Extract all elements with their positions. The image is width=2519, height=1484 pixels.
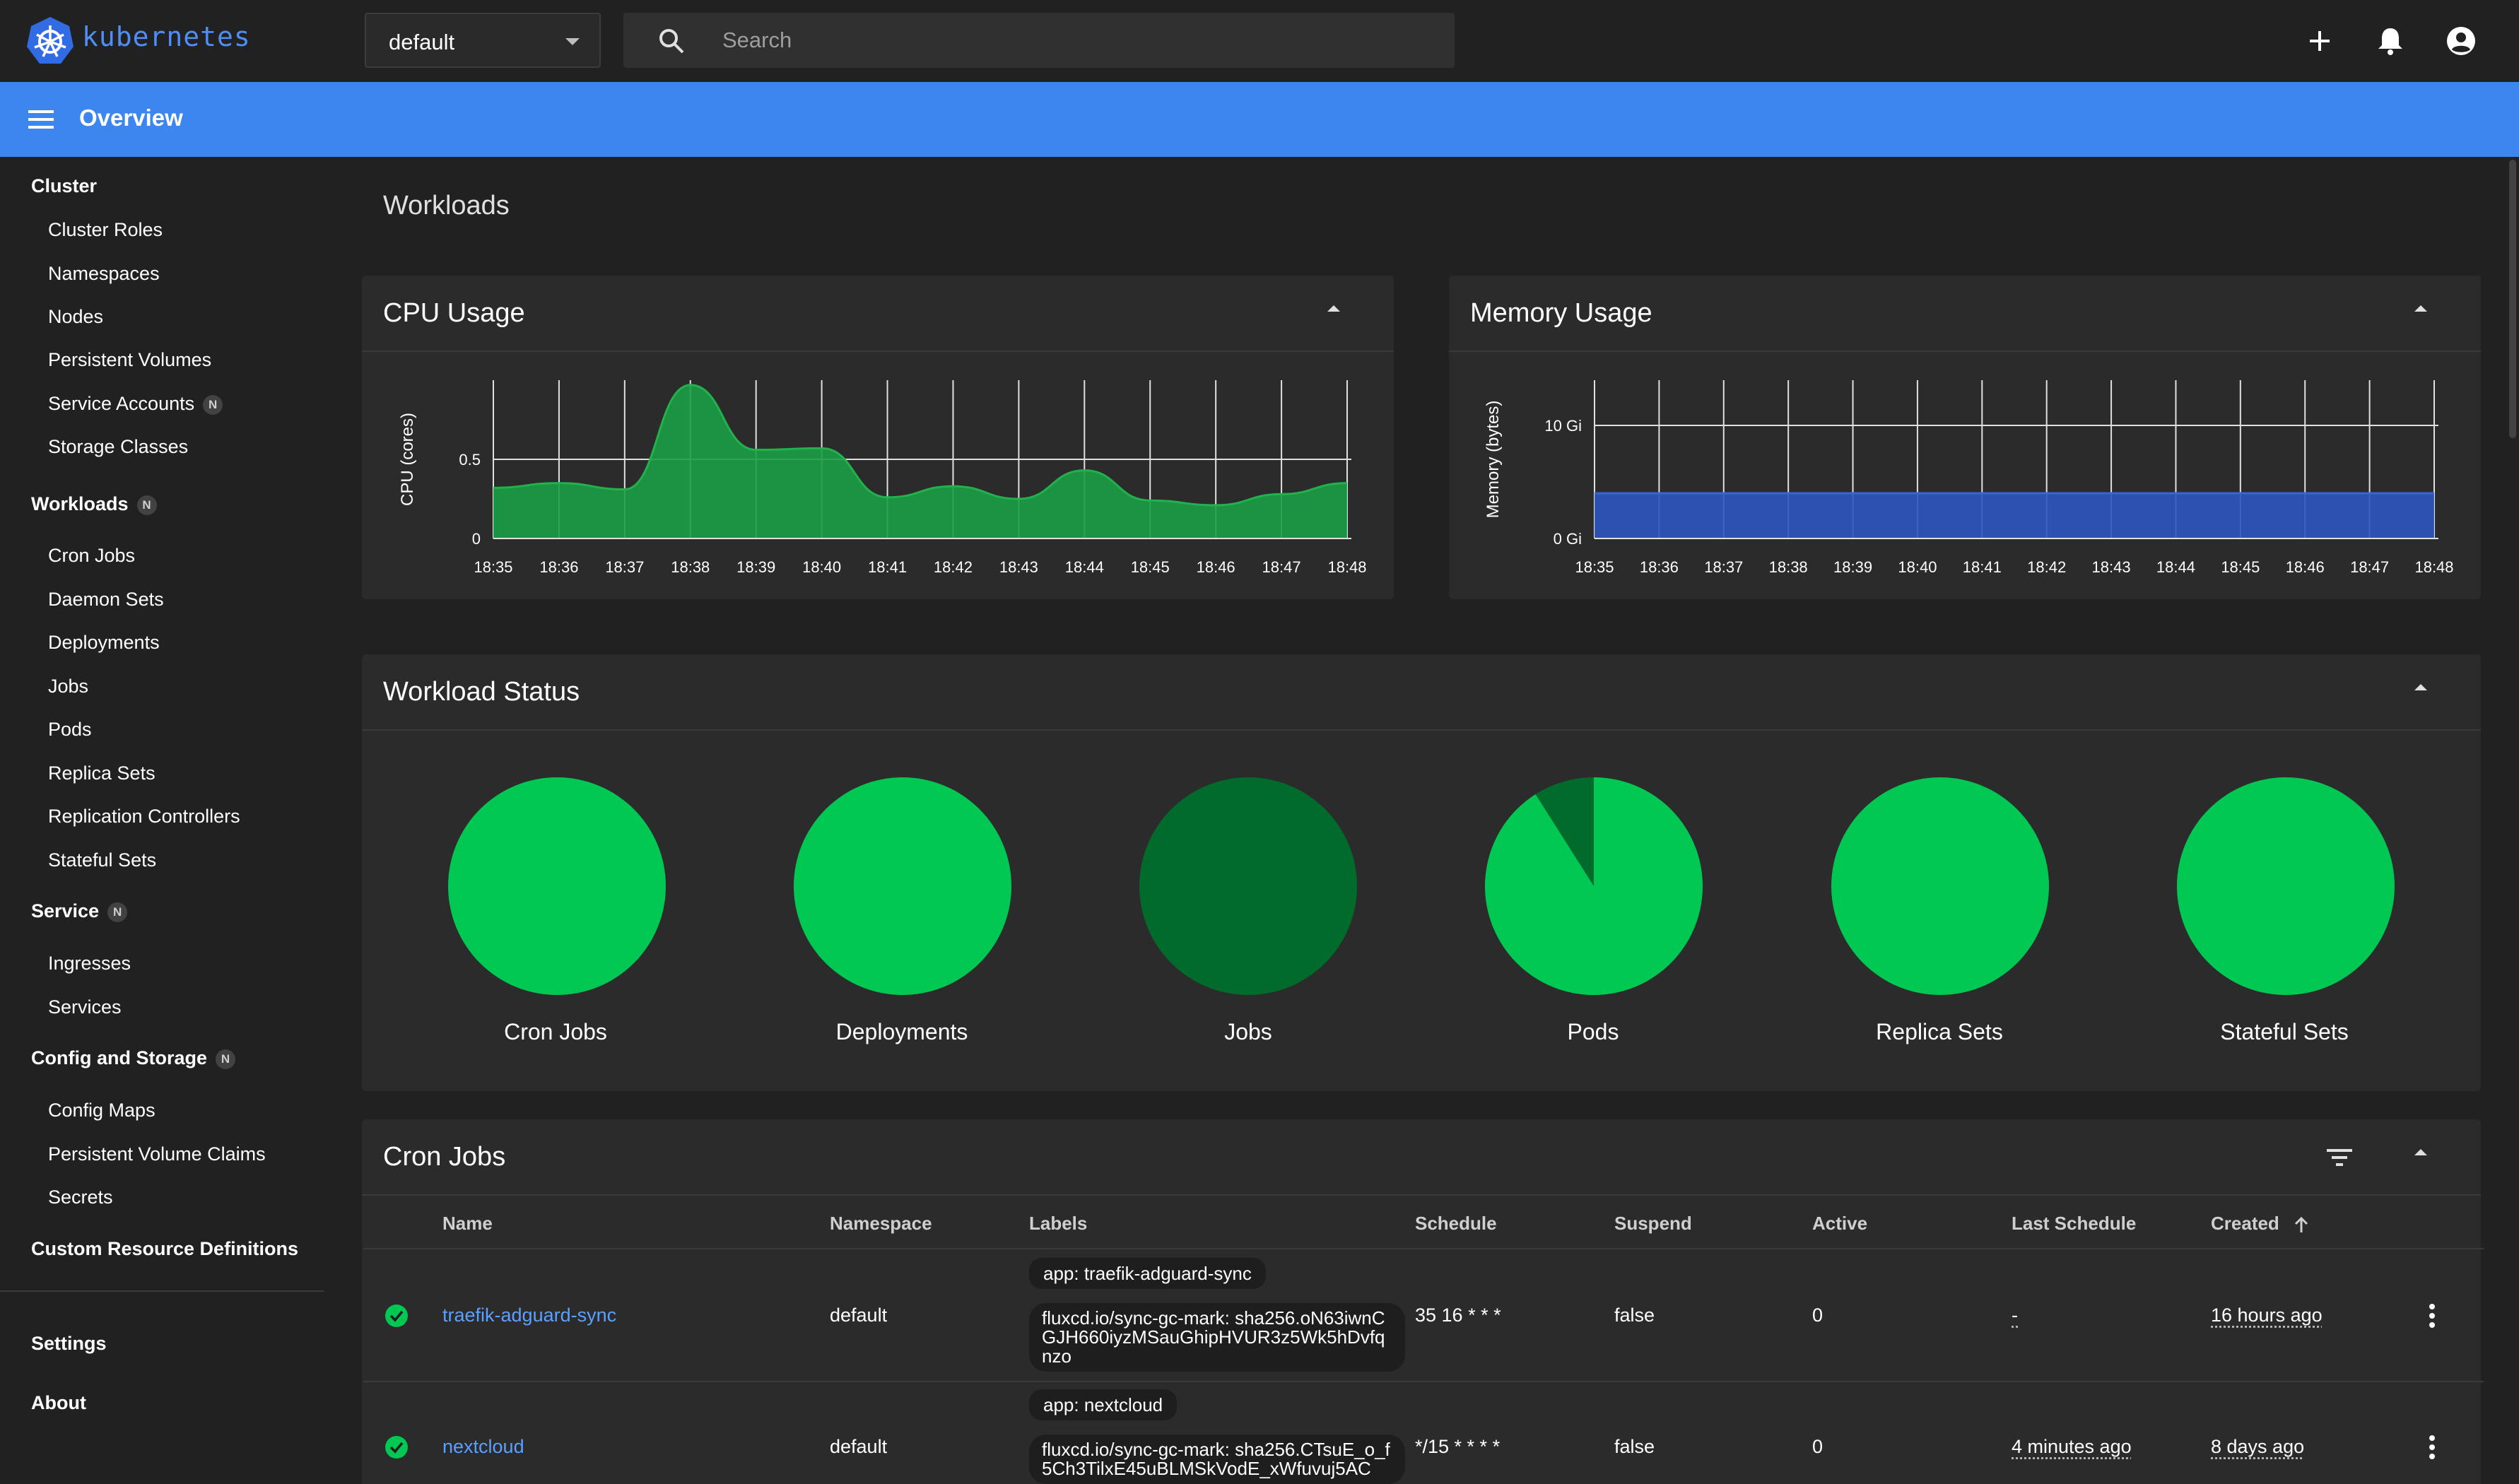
column-header-active[interactable]: Active — [1812, 1213, 1867, 1235]
pie-slice-ok — [1831, 777, 2049, 995]
cronjob-last-schedule[interactable]: - — [2012, 1305, 2018, 1326]
column-header-created[interactable]: Created — [2211, 1213, 2310, 1235]
sidebar-item-settings[interactable]: Settings — [31, 1333, 107, 1355]
cronjob-name-link[interactable]: nextcloud — [442, 1436, 524, 1458]
pie-slice-ok — [1485, 777, 1703, 995]
sort-ascending-icon[interactable] — [2293, 1215, 2310, 1234]
label-chip: fluxcd.io/sync-gc-mark: sha256.oN63iwnCG… — [1029, 1303, 1405, 1372]
cronjob-active: 0 — [1812, 1436, 1823, 1458]
sidebar-item-about[interactable]: About — [31, 1392, 86, 1414]
pie-stateful-sets — [2177, 777, 2395, 995]
pie-slice-other — [1139, 777, 1357, 995]
column-header-labels[interactable]: Labels — [1029, 1213, 1087, 1235]
pie-pods — [1485, 777, 1703, 995]
pie-label-replica-sets: Replica Sets — [1826, 1019, 2053, 1045]
label-chip: fluxcd.io/sync-gc-mark: sha256.CTsuE_o_f… — [1029, 1435, 1405, 1484]
sidebar-item-config-maps[interactable]: Config Maps — [48, 1100, 155, 1121]
cronjob-created[interactable]: 8 days ago — [2211, 1436, 2304, 1458]
sidebar-item-secrets[interactable]: Secrets — [48, 1186, 113, 1208]
pie-jobs — [1139, 777, 1357, 995]
column-header-schedule[interactable]: Schedule — [1415, 1213, 1497, 1235]
label-chip: app: traefik-adguard-sync — [1029, 1258, 1266, 1289]
pie-cron-jobs — [448, 777, 666, 995]
pie-slice-ok — [448, 777, 666, 995]
cronjob-namespace: default — [830, 1305, 887, 1326]
column-header-namespace[interactable]: Namespace — [830, 1213, 932, 1235]
pie-deployments — [794, 777, 1011, 995]
cronjob-namespace: default — [830, 1436, 887, 1458]
filter-icon[interactable] — [2325, 1146, 2354, 1169]
more-vertical-icon[interactable] — [2421, 1433, 2443, 1461]
column-header-last-schedule[interactable]: Last Schedule — [2012, 1213, 2136, 1235]
cronjob-last-schedule[interactable]: 4 minutes ago — [2012, 1436, 2132, 1458]
sidebar-item-config-and-storage[interactable]: Config and Storage N — [31, 1047, 235, 1069]
header-separator — [363, 1248, 2484, 1249]
pie-label-pods: Pods — [1480, 1019, 1706, 1045]
card-title: Cron Jobs — [383, 1142, 505, 1172]
row-separator — [363, 1381, 2484, 1382]
new-badge: N — [216, 1049, 235, 1069]
cronjob-created[interactable]: 16 hours ago — [2211, 1305, 2323, 1326]
page-scrollbar[interactable] — [2506, 157, 2519, 1484]
sidebar-item-custom-resource-definitions[interactable]: Custom Resource Definitions — [31, 1238, 298, 1260]
pie-label-cron-jobs: Cron Jobs — [442, 1019, 669, 1045]
cron-jobs-card: Cron Jobs — [362, 1119, 2481, 1484]
cronjob-name-link[interactable]: traefik-adguard-sync — [442, 1305, 616, 1326]
column-header-name[interactable]: Name — [442, 1213, 493, 1235]
sidebar-item-persistent-volume-claims[interactable]: Persistent Volume Claims — [48, 1143, 266, 1165]
collapse-icon[interactable] — [2414, 1149, 2427, 1155]
pie-slice-ok — [794, 777, 1011, 995]
pie-label-deployments: Deployments — [789, 1019, 1015, 1045]
cronjob-suspend: false — [1614, 1305, 1655, 1326]
cronjob-suspend: false — [1614, 1436, 1655, 1458]
status-ok-icon — [384, 1304, 409, 1328]
card-header: Cron Jobs — [362, 1119, 2481, 1196]
pie-label-jobs: Jobs — [1135, 1019, 1361, 1045]
sidebar-divider — [0, 1290, 324, 1292]
cronjob-schedule: 35 16 * * * — [1415, 1305, 1501, 1326]
pie-label-stateful-sets: Stateful Sets — [2171, 1019, 2397, 1045]
pie-slice-ok — [2177, 777, 2395, 995]
cronjob-schedule: */15 * * * * — [1415, 1436, 1500, 1458]
cronjob-active: 0 — [1812, 1305, 1823, 1326]
column-header-suspend[interactable]: Suspend — [1614, 1213, 1692, 1235]
label-chip: app: nextcloud — [1029, 1389, 1177, 1420]
status-ok-icon — [384, 1435, 409, 1459]
workload-status-pies — [0, 0, 2519, 1025]
pie-replica-sets — [1831, 777, 2049, 995]
scrollbar-thumb[interactable] — [2509, 160, 2516, 438]
more-vertical-icon[interactable] — [2421, 1302, 2443, 1330]
